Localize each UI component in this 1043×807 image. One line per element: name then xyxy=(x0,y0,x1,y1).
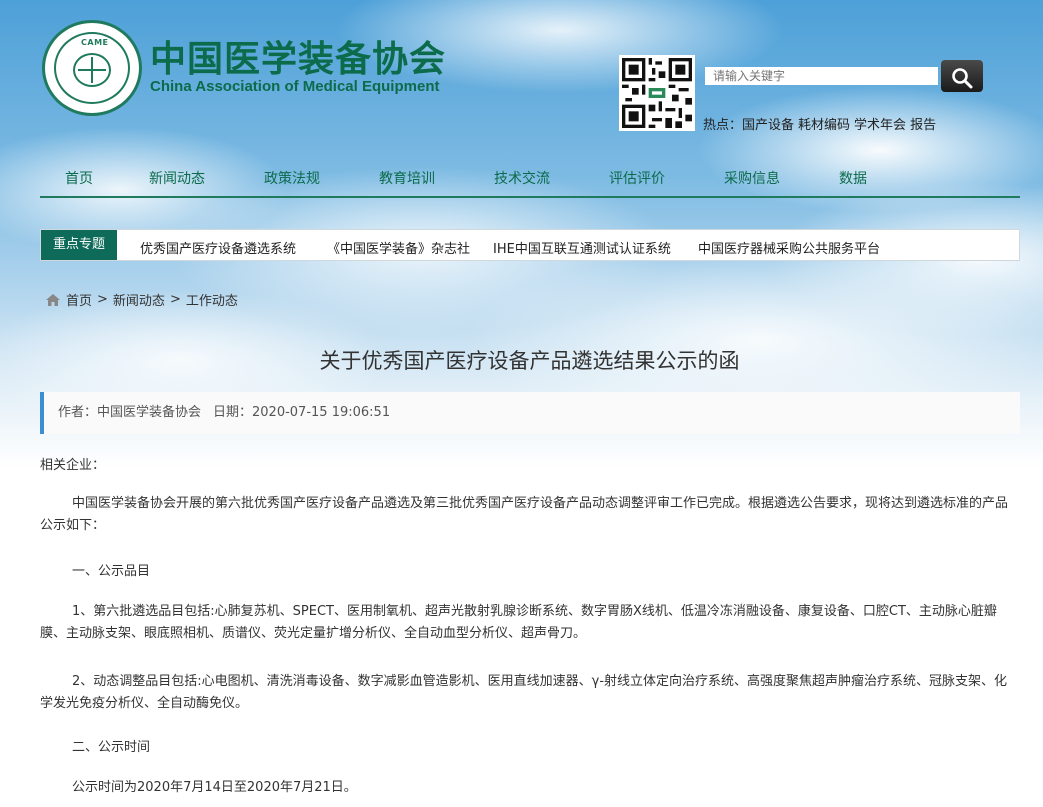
page: CAME 中国医学装备协会 China Association of Medic… xyxy=(0,0,1043,807)
breadcrumb: 首页 > 新闻动态 > 工作动态 xyxy=(46,290,238,309)
article-paragraph: 1、第六批遴选品目包括:心肺复苏机、SPECT、医用制氧机、超声光散射乳腺诊断系… xyxy=(40,604,997,641)
nav-item-tech-exchange[interactable]: 技术交流 xyxy=(494,168,550,188)
breadcrumb-home[interactable]: 首页 xyxy=(66,290,92,309)
breadcrumb-work-news[interactable]: 工作动态 xyxy=(186,290,238,309)
brand-name-en[interactable]: China Association of Medical Equipment xyxy=(150,78,439,95)
article-date: 日期：2020-07-15 19:06:51 xyxy=(213,405,391,420)
breadcrumb-separator: > xyxy=(169,292,181,307)
key-topics-bar: 重点专题 优秀国产医疗设备遴选系统 《中国医学装备》杂志社 IHE中国互联互通测… xyxy=(40,229,1020,261)
search-icon xyxy=(952,68,973,89)
article-author: 作者：中国医学装备协会 xyxy=(58,405,202,420)
logo-mark: CAME xyxy=(81,38,109,47)
topic-link-selection-system[interactable]: 优秀国产医疗设备遴选系统 xyxy=(140,238,296,257)
search-input[interactable] xyxy=(705,67,938,85)
article-paragraph: 一、公示品目 xyxy=(72,564,151,579)
logo-cross-horizontal xyxy=(78,69,106,71)
hot-link-annual-meeting[interactable]: 学术年会 xyxy=(854,118,906,133)
nav-item-policy[interactable]: 政策法规 xyxy=(264,168,320,188)
nav-item-home[interactable]: 首页 xyxy=(65,168,93,188)
hot-link-domestic-equipment[interactable]: 国产设备 xyxy=(742,118,794,133)
article-title: 关于优秀国产医疗设备产品遴选结果公示的函 xyxy=(319,349,740,373)
hot-label: 热点： xyxy=(703,118,743,133)
hot-topics: 热点：国产设备 耗材编码 学术年会 报告 xyxy=(703,114,940,133)
article-paragraph: 公示时间为2020年7月14日至2020年7月21日。 xyxy=(72,780,357,795)
qr-code-icon xyxy=(622,58,692,128)
article-paragraph: 二、公示时间 xyxy=(72,740,151,755)
topic-link-journal[interactable]: 《中国医学装备》杂志社 xyxy=(327,238,470,257)
breadcrumb-separator: > xyxy=(97,292,108,307)
brand-name-cn[interactable]: 中国医学装备协会 xyxy=(150,30,446,82)
nav-item-data[interactable]: 数据 xyxy=(839,168,867,188)
nav-item-evaluation[interactable]: 评估评价 xyxy=(609,168,665,188)
breadcrumb-news[interactable]: 新闻动态 xyxy=(113,290,165,309)
article-paragraph: 中国医学装备协会开展的第六批优秀国产医疗设备产品遴选及第三批优秀国产医疗设备产品… xyxy=(40,496,1009,533)
hot-link-consumables-code[interactable]: 耗材编码 xyxy=(798,118,850,133)
main-nav: 首页 新闻动态 政策法规 教育培训 技术交流 评估评价 采购信息 数据 xyxy=(40,158,1020,198)
article-paragraph: 2、动态调整品目包括:心电图机、清洗消毒设备、数字减影血管造影机、医用直线加速器… xyxy=(40,674,1008,711)
nav-item-education[interactable]: 教育培训 xyxy=(379,168,435,188)
key-topics-label: 重点专题 xyxy=(41,230,117,260)
topic-link-ihe[interactable]: IHE中国互联互通测试认证系统 xyxy=(493,238,671,257)
article-paragraph: 相关企业： xyxy=(40,458,106,473)
home-icon xyxy=(46,293,60,306)
article-meta: 作者：中国医学装备协会 日期：2020-07-15 19:06:51 xyxy=(40,392,1020,434)
nav-item-procurement[interactable]: 采购信息 xyxy=(724,168,780,188)
hot-link-report[interactable]: 报告 xyxy=(910,118,936,133)
search-button[interactable] xyxy=(941,60,983,92)
nav-item-news[interactable]: 新闻动态 xyxy=(149,168,205,188)
association-logo[interactable]: CAME xyxy=(42,20,142,116)
qr-code xyxy=(619,55,695,131)
topic-link-procurement-platform[interactable]: 中国医疗器械采购公共服务平台 xyxy=(698,238,880,257)
